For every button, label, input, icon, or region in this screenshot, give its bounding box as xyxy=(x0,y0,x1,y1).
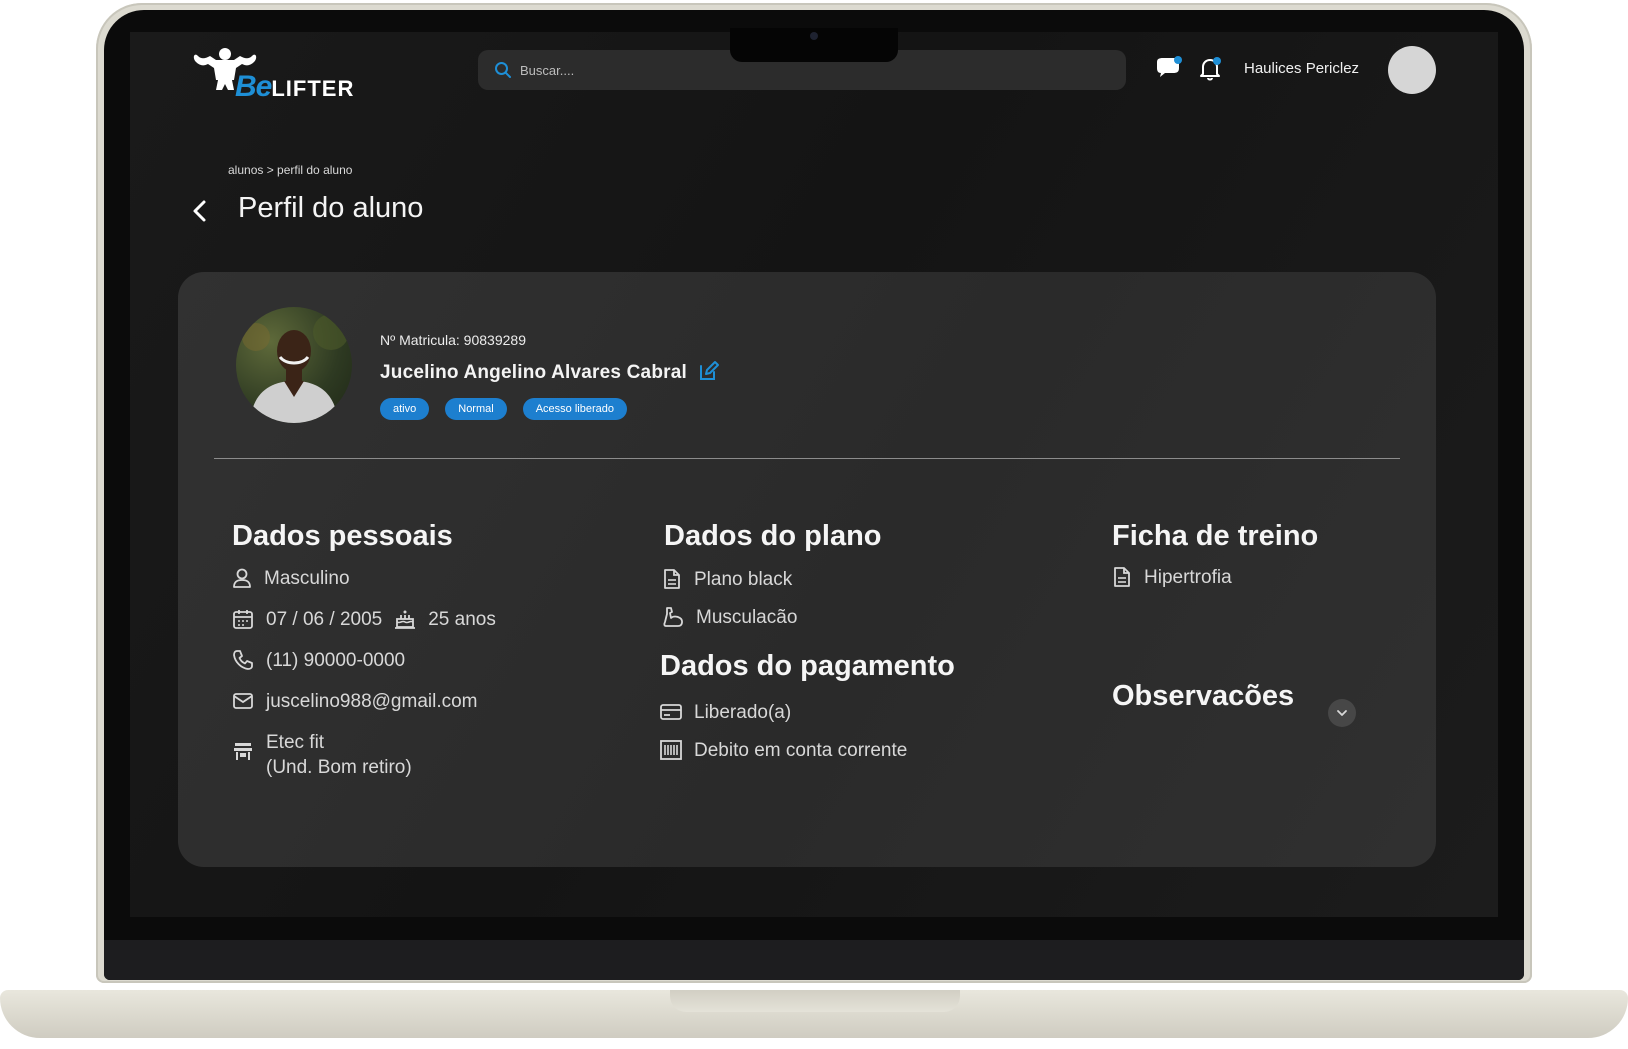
personal-data-title: Dados pessoais xyxy=(232,520,453,552)
edit-icon[interactable] xyxy=(698,360,720,382)
enrollment-number: Nº Matricula: 90839289 xyxy=(380,332,526,348)
student-profile-card: Nº Matricula: 90839289 Jucelino Angelino… xyxy=(178,272,1436,867)
divider xyxy=(214,458,1400,459)
modality-value: Musculacão xyxy=(696,607,798,628)
brand-wordmark: BeLIFTER xyxy=(235,70,354,104)
phone-value: (11) 90000-0000 xyxy=(266,650,406,671)
payment-data-title: Dados do pagamento xyxy=(660,650,955,682)
unit-detail: (Und. Bom retiro) xyxy=(266,757,412,778)
gender-value: Masculino xyxy=(264,568,350,589)
status-badges: ativo Normal Acesso liberado xyxy=(380,398,627,420)
birthdate-value: 07 / 06 / 2005 xyxy=(266,609,383,630)
screen-bottom-strip xyxy=(104,940,1524,980)
plan-value: Plano black xyxy=(694,569,793,590)
brand-be: Be xyxy=(235,70,272,103)
plan-data-title: Dados do plano xyxy=(664,520,882,552)
credit-card-icon xyxy=(660,704,682,720)
search-icon xyxy=(495,62,511,78)
plan-row: Plano black xyxy=(662,567,792,592)
user-name[interactable]: Haulices Periclez xyxy=(1244,60,1359,77)
user-icon xyxy=(233,568,251,588)
laptop-base-notch xyxy=(670,990,960,1012)
cake-icon xyxy=(395,610,416,629)
document-icon xyxy=(1114,567,1130,587)
unit-row: Etec fit (Und. Bom retiro) xyxy=(232,730,412,780)
modality-row: Musculacão xyxy=(662,605,797,630)
training-sheet-row[interactable]: Hipertrofia xyxy=(1112,565,1232,590)
student-name: Jucelino Angelino Alvares Cabral xyxy=(380,362,687,383)
status-badge-type: Normal xyxy=(445,398,507,420)
payment-method-row: Debito em conta corrente xyxy=(660,738,907,763)
training-sheet-title: Ficha de treino xyxy=(1112,520,1319,552)
chat-icon[interactable] xyxy=(1154,56,1182,80)
unit-name: Etec fit xyxy=(266,732,325,753)
student-photo-image xyxy=(242,314,349,423)
arm-muscle-icon xyxy=(663,607,683,627)
brand-logo[interactable]: BeLIFTER xyxy=(190,46,360,104)
gender-row: Masculino xyxy=(232,566,350,591)
payment-status-value: Liberado(a) xyxy=(694,702,792,723)
user-avatar[interactable] xyxy=(1388,46,1436,94)
payment-status-row: Liberado(a) xyxy=(660,700,791,725)
calendar-icon xyxy=(233,610,253,629)
barcode-icon xyxy=(660,740,682,760)
birthdate-row: 07 / 06 / 2005 25 anos xyxy=(232,607,496,632)
observations-expand-button[interactable] xyxy=(1328,699,1356,727)
status-badge-access: Acesso liberado xyxy=(522,398,627,420)
phone-row: (11) 90000-0000 xyxy=(232,648,405,673)
app-screen: BeLIFTER Haulices Periclez alunos > perf… xyxy=(130,32,1498,917)
search-input[interactable] xyxy=(520,62,1080,78)
bell-icon[interactable] xyxy=(1198,56,1222,82)
brand-lifter: LIFTER xyxy=(271,76,355,101)
student-photo xyxy=(236,307,352,423)
training-sheet-value: Hipertrofia xyxy=(1144,567,1232,588)
observations-title[interactable]: Observacões xyxy=(1112,680,1294,713)
email-row: juscelino988@gmail.com xyxy=(232,689,478,714)
status-badge-active: ativo xyxy=(380,398,430,420)
breadcrumb[interactable]: alunos > perfil do aluno xyxy=(228,163,352,177)
email-value: juscelino988@gmail.com xyxy=(266,691,478,712)
camera-icon xyxy=(810,32,818,40)
store-icon xyxy=(234,743,252,760)
chevron-down-icon xyxy=(1337,710,1347,716)
page-title: Perfil do aluno xyxy=(238,192,424,224)
camera-notch xyxy=(730,28,898,62)
age-value: 25 anos xyxy=(428,609,496,630)
phone-icon xyxy=(233,650,253,670)
mail-icon xyxy=(233,693,253,709)
payment-method-value: Debito em conta corrente xyxy=(694,740,908,761)
back-arrow-icon[interactable] xyxy=(188,196,212,226)
document-icon xyxy=(664,569,680,589)
